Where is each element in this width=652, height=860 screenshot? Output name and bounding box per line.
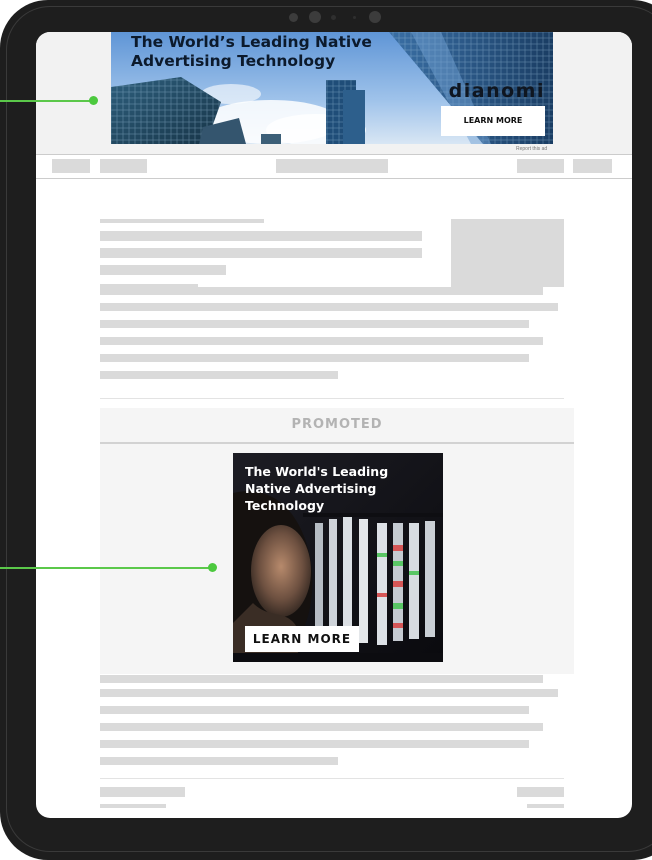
image-placeholder [451,219,564,287]
sensor-dot [331,15,336,20]
native-ad-learn-more-button[interactable]: LEARN MORE [245,626,359,652]
sensor-dot [369,11,381,23]
top-ad-callout-line [0,100,94,102]
text-placeholder [100,248,422,258]
text-placeholder [100,303,558,311]
nav-placeholder [100,159,147,173]
text-placeholder [100,706,529,714]
report-ad-link[interactable]: Report this ad [516,146,547,152]
native-ad-headline: The World's Leading Native Advertising T… [245,464,389,513]
promoted-ad-unit: PROMOTED The World's Leading Native Adve… [100,408,574,674]
text-placeholder [100,265,226,275]
text-placeholder [100,354,529,362]
nav-placeholder [573,159,612,173]
text-placeholder [100,740,529,748]
text-placeholder [100,337,543,345]
footer-placeholder [100,804,166,808]
banner-headline: The World’s Leading Native Advertising T… [131,33,372,70]
banner-learn-more-button[interactable]: LEARN MORE [441,106,545,136]
nav-placeholder [52,159,90,173]
text-placeholder [100,320,529,328]
text-placeholder [100,371,338,379]
text-placeholder [100,219,264,223]
front-camera-icon [309,11,321,23]
nav-placeholder [276,159,388,173]
promoted-ad-callout-dot [208,563,217,572]
section-divider [100,398,564,399]
footer-placeholder [527,804,564,808]
sensor-dot [289,13,298,22]
sensor-dot [353,16,356,19]
text-placeholder [100,689,558,697]
text-placeholder [100,231,422,241]
footer-placeholder [517,787,564,797]
nav-top-divider [36,154,632,155]
text-placeholder [100,287,543,295]
dianomi-logo: Dianomi [448,80,545,102]
promoted-ad-callout-line [0,567,213,569]
text-placeholder [100,757,338,765]
tablet-screen: The World’s Leading Native Advertising T… [36,32,632,818]
section-divider [100,778,564,779]
top-banner-ad[interactable]: The World’s Leading Native Advertising T… [111,32,553,144]
text-placeholder [100,675,543,683]
top-ad-callout-dot [89,96,98,105]
promoted-label: PROMOTED [100,408,574,444]
footer-placeholder [100,787,185,797]
nav-placeholder [517,159,564,173]
native-ad-creative[interactable]: The World's Leading Native Advertising T… [233,453,443,662]
text-placeholder [100,723,543,731]
nav-bottom-divider [36,178,632,179]
